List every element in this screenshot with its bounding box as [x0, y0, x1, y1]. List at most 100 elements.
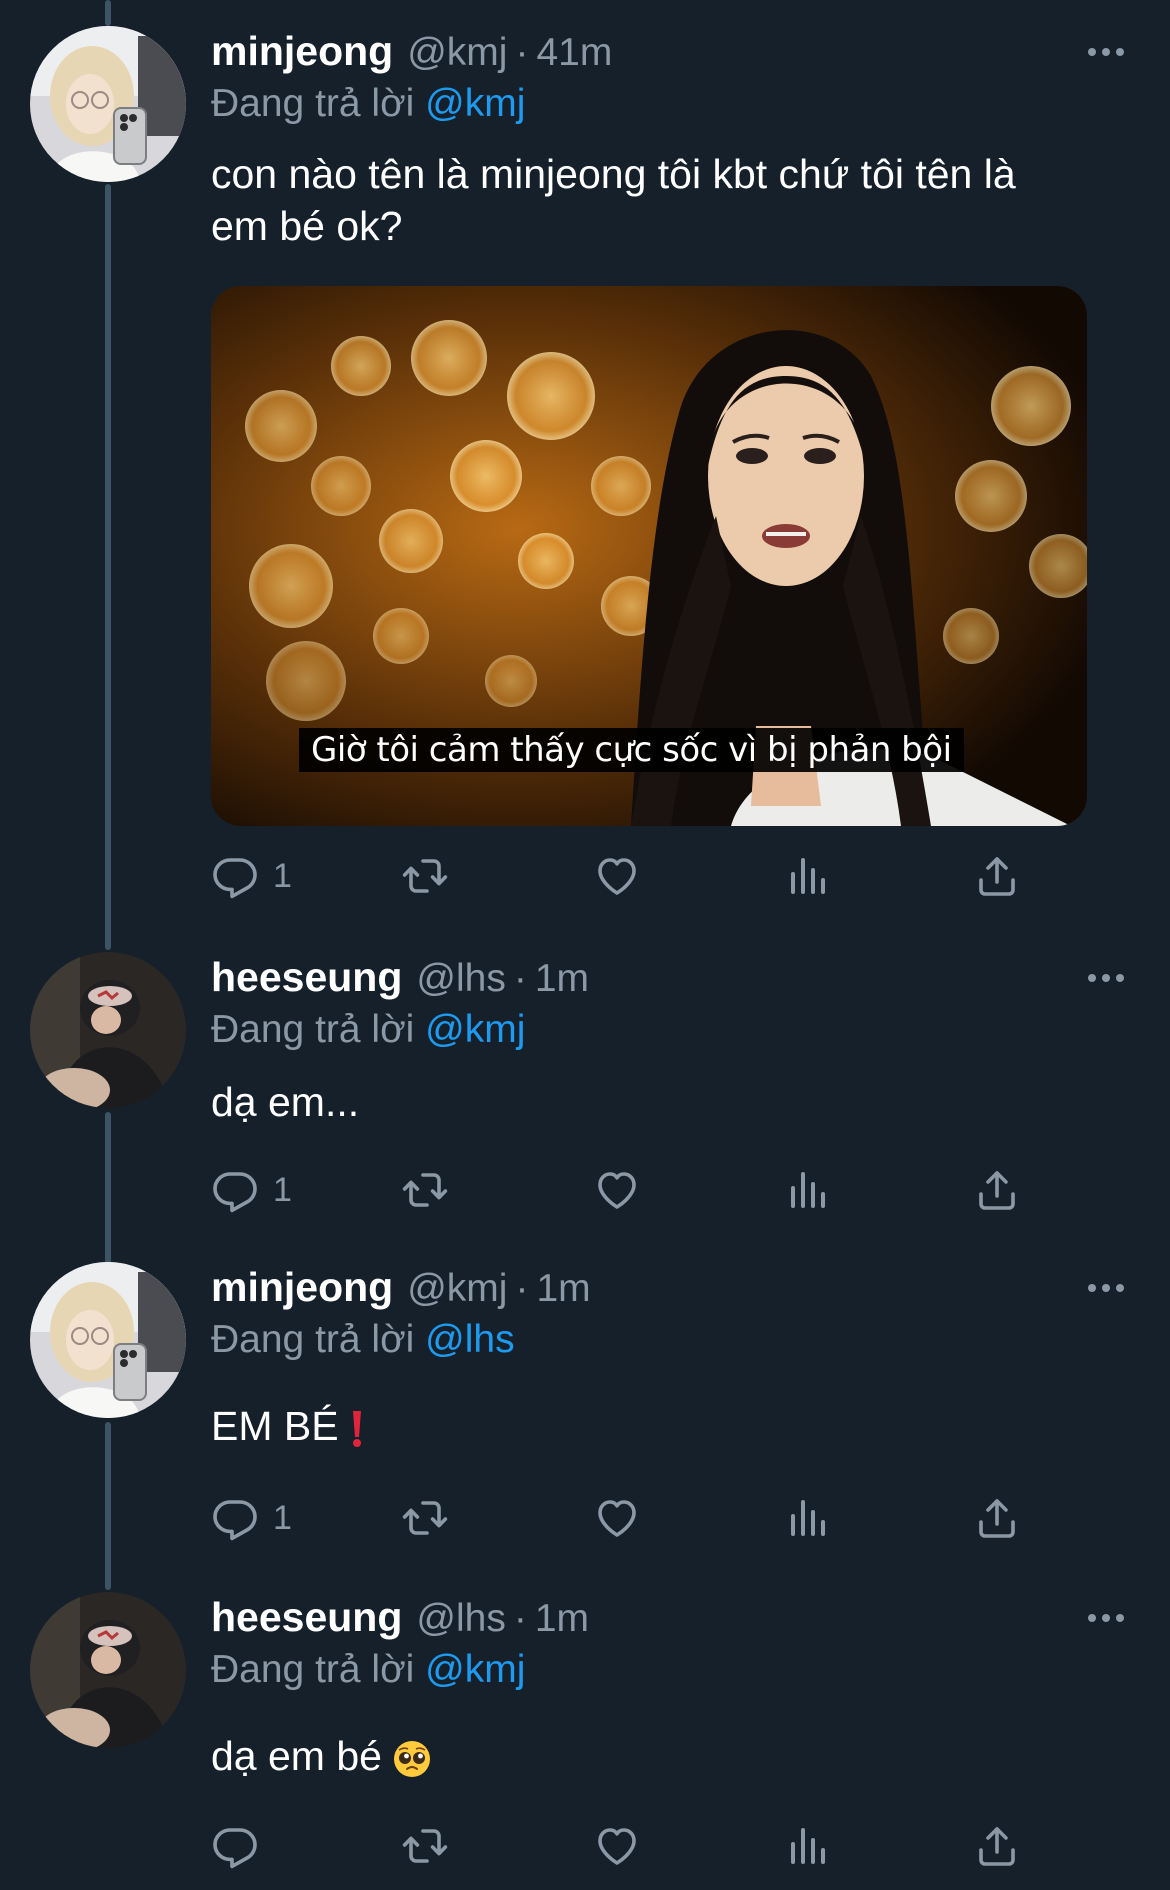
more-options-icon[interactable] [1084, 40, 1128, 64]
pleading-face-icon [392, 1739, 432, 1779]
replying-to-label: Đang trả lời [211, 1318, 415, 1361]
retweet-button[interactable] [401, 1818, 449, 1874]
tweet-text-content: dạ em... [211, 1079, 360, 1125]
replying-to-label: Đang trả lời [211, 1008, 415, 1051]
replying-to: Đang trả lời @lhs [211, 1318, 515, 1362]
reply-icon [211, 1166, 259, 1214]
tweet-header: heeseung @lhs · 1m [211, 954, 589, 1006]
timestamp[interactable]: 1m [535, 957, 589, 1001]
retweet-icon [401, 1166, 449, 1214]
tweet[interactable]: minjeong @kmj · 41m Đang trả lời @kmj co… [0, 26, 1170, 926]
like-icon [593, 1494, 641, 1542]
tweet-header: minjeong @kmj · 41m [211, 28, 612, 80]
thread-line [105, 0, 111, 26]
share-icon [973, 1822, 1021, 1870]
separator: · [515, 1267, 529, 1310]
views-button[interactable] [783, 1162, 831, 1218]
replying-to: Đang trả lời @kmj [211, 82, 525, 126]
tweet-text-content: dạ em bé [211, 1733, 382, 1779]
timestamp[interactable]: 1m [536, 1267, 590, 1311]
reply-mention-link[interactable]: @kmj [425, 82, 525, 125]
share-button[interactable] [973, 848, 1021, 904]
display-name[interactable]: minjeong [211, 28, 393, 75]
share-icon [973, 852, 1021, 900]
tweet-text: EM BÉ [211, 1400, 1111, 1452]
reply-count: 1 [273, 856, 292, 895]
more-options-icon[interactable] [1084, 1606, 1128, 1630]
avatar[interactable] [30, 952, 186, 1108]
share-button[interactable] [973, 1490, 1021, 1546]
reply-button[interactable]: 1 [211, 848, 292, 904]
retweet-button[interactable] [401, 1490, 449, 1546]
like-icon [593, 1822, 641, 1870]
timestamp[interactable]: 1m [535, 1597, 589, 1641]
reply-icon [211, 1494, 259, 1542]
tweet-actions: 1 [211, 848, 1071, 904]
user-handle[interactable]: @kmj [407, 1267, 507, 1311]
reply-button[interactable]: 1 [211, 1162, 292, 1218]
user-handle[interactable]: @kmj [407, 31, 507, 75]
reply-icon [211, 852, 259, 900]
replying-to: Đang trả lời @kmj [211, 1648, 525, 1692]
display-name[interactable]: heeseung [211, 1594, 402, 1641]
retweet-icon [401, 1822, 449, 1870]
tweet-actions: 1 [211, 1490, 1071, 1546]
more-options-icon[interactable] [1084, 1276, 1128, 1300]
tweet-actions: 1 [211, 1162, 1071, 1218]
tweet-text: dạ em bé [211, 1730, 1111, 1782]
replying-to-label: Đang trả lời [211, 82, 415, 125]
tweet-text: con nào tên là minjeong tôi kbt chứ tôi … [211, 148, 1111, 252]
reply-mention-link[interactable]: @kmj [425, 1008, 525, 1051]
views-button[interactable] [783, 1818, 831, 1874]
share-button[interactable] [973, 1818, 1021, 1874]
like-button[interactable] [593, 1162, 641, 1218]
views-button[interactable] [783, 1490, 831, 1546]
more-options-icon[interactable] [1084, 966, 1128, 990]
views-icon [783, 852, 831, 900]
share-icon [973, 1494, 1021, 1542]
tweet-text: dạ em... [211, 1076, 1111, 1128]
tweet[interactable]: heeseung @lhs · 1m Đang trả lời @kmj dạ … [0, 952, 1170, 1252]
retweet-button[interactable] [401, 848, 449, 904]
avatar[interactable] [30, 1262, 186, 1418]
views-icon [783, 1166, 831, 1214]
display-name[interactable]: minjeong [211, 1264, 393, 1311]
tweet-text-line: em bé ok? [211, 203, 403, 249]
like-button[interactable] [593, 1490, 641, 1546]
views-icon [783, 1822, 831, 1870]
timestamp[interactable]: 41m [536, 31, 612, 75]
heeseung-avatar-image [30, 1592, 186, 1748]
share-button[interactable] [973, 1162, 1021, 1218]
reply-mention-link[interactable]: @kmj [425, 1648, 525, 1691]
retweet-icon [401, 852, 449, 900]
minjeong-avatar-image [30, 26, 186, 182]
avatar[interactable] [30, 26, 186, 182]
separator: · [513, 1597, 527, 1640]
reply-icon [211, 1822, 259, 1870]
reply-mention-link[interactable]: @lhs [425, 1318, 514, 1361]
share-icon [973, 1166, 1021, 1214]
views-button[interactable] [783, 848, 831, 904]
reply-count: 1 [273, 1170, 292, 1209]
reply-button[interactable] [211, 1818, 273, 1874]
tweet[interactable]: minjeong @kmj · 1m Đang trả lời @lhs EM … [0, 1262, 1170, 1582]
retweet-button[interactable] [401, 1162, 449, 1218]
tweet[interactable]: heeseung @lhs · 1m Đang trả lời @kmj dạ … [0, 1592, 1170, 1890]
like-icon [593, 1166, 641, 1214]
red-exclamation-mark-icon [347, 1409, 367, 1449]
like-button[interactable] [593, 1818, 641, 1874]
like-icon [593, 852, 641, 900]
tweet-header: heeseung @lhs · 1m [211, 1594, 589, 1646]
tweet-header: minjeong @kmj · 1m [211, 1264, 591, 1316]
user-handle[interactable]: @lhs [416, 957, 505, 1001]
tweet-media-image[interactable]: Giờ tôi cảm thấy cực sốc vì bị phản bội [211, 286, 1087, 826]
avatar[interactable] [30, 1592, 186, 1748]
like-button[interactable] [593, 848, 641, 904]
display-name[interactable]: heeseung [211, 954, 402, 1001]
separator: · [515, 31, 529, 74]
user-handle[interactable]: @lhs [416, 1597, 505, 1641]
tweet-text-line: con nào tên là minjeong tôi kbt chứ tôi … [211, 151, 1016, 197]
tweet-text-content: EM BÉ [211, 1403, 339, 1449]
reply-button[interactable]: 1 [211, 1490, 292, 1546]
retweet-icon [401, 1494, 449, 1542]
